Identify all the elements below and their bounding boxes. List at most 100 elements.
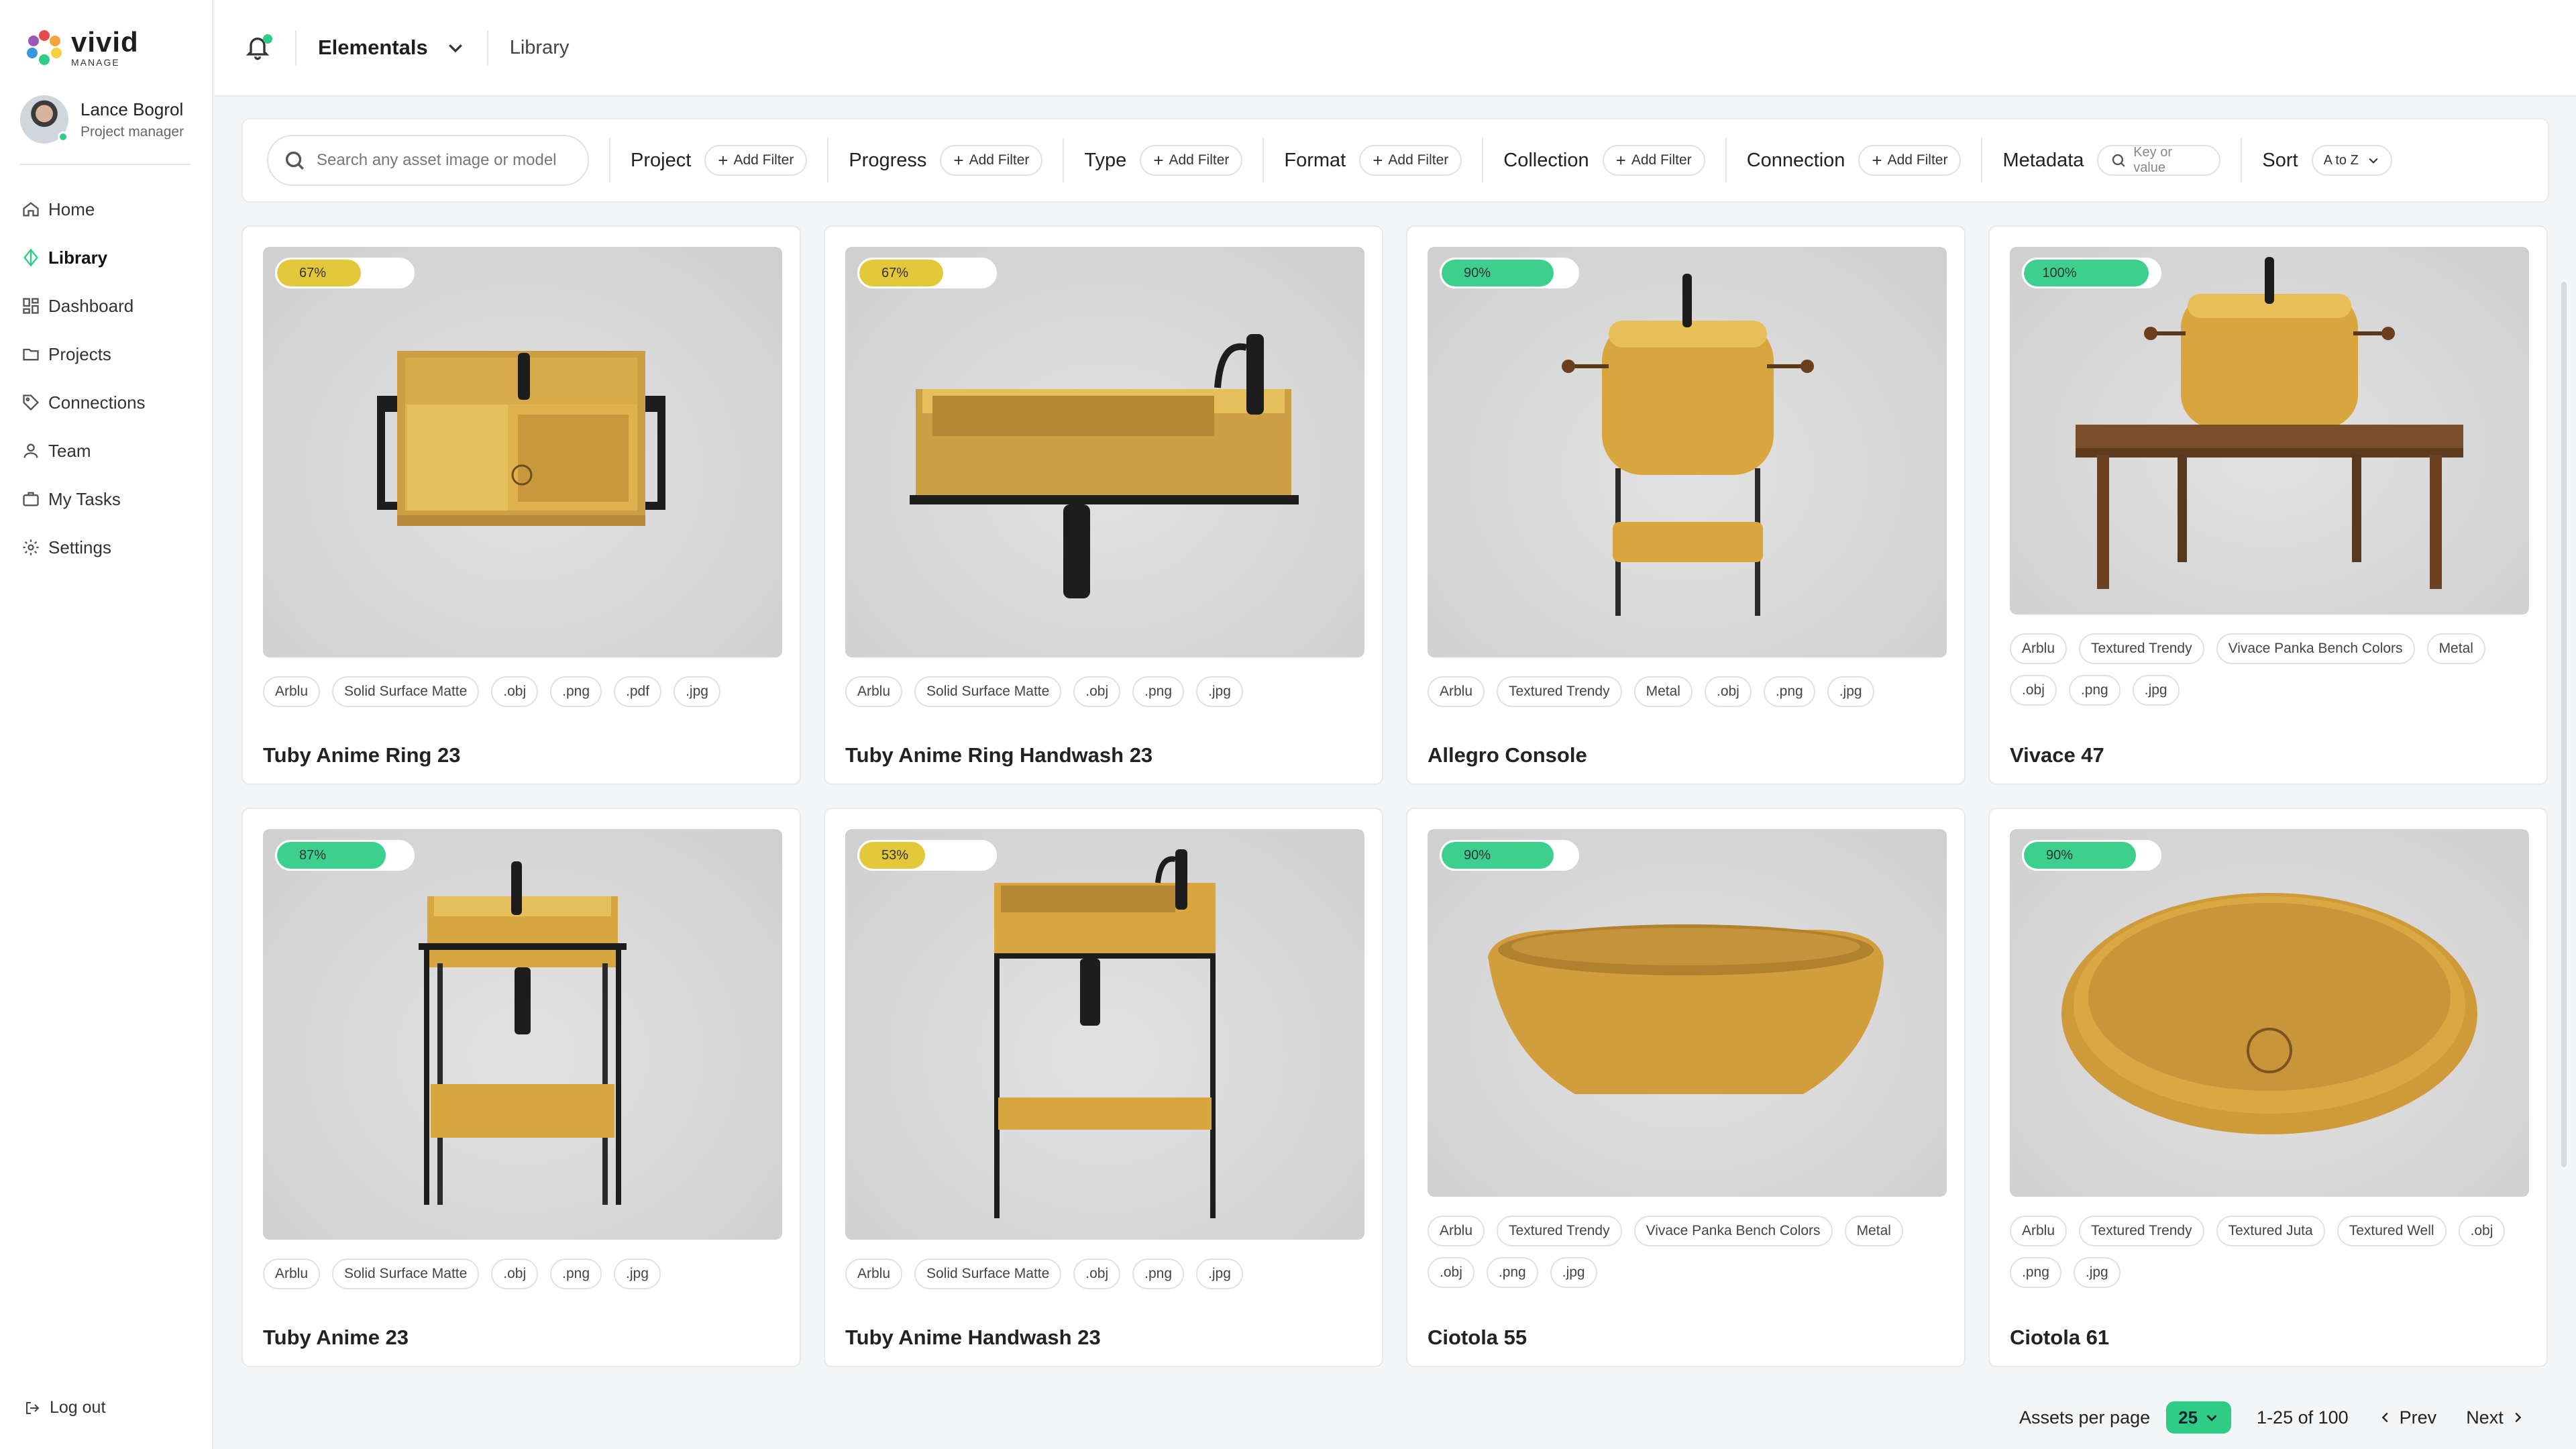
tag-chip[interactable]: .obj — [1073, 676, 1121, 707]
add-filter-button[interactable]: + Add Filter — [704, 145, 808, 176]
tag-chip[interactable]: Arblu — [263, 676, 321, 707]
sort-select[interactable]: A to Z — [2311, 145, 2392, 176]
tag-chip[interactable]: Arblu — [2010, 633, 2068, 664]
tag-chip[interactable]: Metal — [1633, 676, 1693, 707]
asset-card[interactable]: 67% Arblu Solid Surface Matte .obj .png .pdf… — [241, 225, 801, 785]
sidebar-item-projects[interactable]: Projects — [21, 330, 146, 378]
asset-card[interactable]: 87% Arblu Solid Surface Matte .obj .png .jpg… — [241, 808, 801, 1367]
asset-thumbnail[interactable]: 67% — [845, 247, 1364, 657]
tag-chip[interactable]: .obj — [1428, 1257, 1474, 1288]
sidebar-item-my-tasks[interactable]: My Tasks — [21, 475, 146, 523]
sidebar-item-library[interactable]: Library — [21, 233, 146, 282]
per-page-select[interactable]: 25 — [2166, 1401, 2232, 1434]
search-input[interactable] — [317, 151, 573, 170]
tag-chip[interactable]: Vivace Panka Bench Colors — [1633, 1216, 1833, 1246]
tag-chip[interactable]: Vivace Panka Bench Colors — [2216, 633, 2415, 664]
asset-card[interactable]: 53% Arblu Solid Surface Matte .obj .png .jpg… — [824, 808, 1383, 1367]
tag-chip[interactable]: .jpg — [1196, 1258, 1243, 1289]
tag-chip[interactable]: .obj — [2010, 675, 2057, 706]
sidebar-item-settings[interactable]: Settings — [21, 523, 146, 572]
tag-chip[interactable]: Solid Surface Matte — [914, 676, 1062, 707]
scrollbar-thumb[interactable] — [2561, 282, 2567, 1167]
tag-chip[interactable]: .obj — [1704, 676, 1752, 707]
tag-chip[interactable]: Textured Juta — [2216, 1216, 2325, 1246]
tag-chip[interactable]: Textured Well — [2337, 1216, 2447, 1246]
tag-chip[interactable]: .obj — [491, 1258, 539, 1289]
tag-chip[interactable]: .jpg — [674, 676, 720, 707]
asset-card[interactable]: 90% Arblu Textured Trendy Vivace Panka Ben… — [1406, 808, 1966, 1367]
tag-chip[interactable]: Arblu — [1428, 1216, 1485, 1246]
sidebar-item-connections[interactable]: Connections — [21, 378, 146, 427]
tag-chip[interactable]: Solid Surface Matte — [332, 1258, 480, 1289]
search-box[interactable] — [267, 135, 589, 186]
tag-chip[interactable]: .jpg — [1827, 676, 1874, 707]
tag-chip[interactable]: Arblu — [845, 1258, 903, 1289]
user-profile[interactable]: Lance Bogrol Project manager — [20, 95, 184, 144]
tag-chip[interactable]: Arblu — [2010, 1216, 2068, 1246]
workspace-selector[interactable]: Elementals — [318, 36, 466, 60]
tag-chip[interactable]: .obj — [491, 676, 539, 707]
tag-chip[interactable]: .jpg — [2132, 675, 2180, 706]
asset-card[interactable]: 100% Arblu Textured Trendy Vivace Panka Be… — [1988, 225, 2548, 785]
sidebar-item-dashboard[interactable]: Dashboard — [21, 282, 146, 330]
tag-chip[interactable]: Arblu — [263, 1258, 321, 1289]
tag-chip[interactable]: Metal — [1844, 1216, 1903, 1246]
add-filter-button[interactable]: + Add Filter — [1602, 145, 1705, 176]
tag-chip[interactable]: .png — [1763, 676, 1815, 707]
add-filter-button[interactable]: + Add Filter — [1140, 145, 1243, 176]
tag-chip[interactable]: Textured Trendy — [1497, 676, 1622, 707]
tag-chip[interactable]: .pdf — [614, 676, 662, 707]
asset-title[interactable]: Vivace 47 — [2010, 743, 2104, 767]
asset-title[interactable]: Ciotola 61 — [2010, 1326, 2109, 1350]
asset-title[interactable]: Tuby Anime Handwash 23 — [845, 1326, 1101, 1350]
tag-chip[interactable]: .jpg — [1550, 1257, 1597, 1288]
tag-chip[interactable]: Solid Surface Matte — [914, 1258, 1062, 1289]
tag-chip[interactable]: Metal — [2426, 633, 2485, 664]
tag-chip[interactable]: .jpg — [1196, 676, 1243, 707]
metadata-search-input[interactable]: Key or value — [2097, 145, 2221, 176]
tag-chip[interactable]: .png — [1486, 1257, 1538, 1288]
asset-card[interactable]: 67% Arblu Solid Surface Matte .obj .png .jpg… — [824, 225, 1383, 785]
asset-title[interactable]: Ciotola 55 — [1428, 1326, 1527, 1350]
add-filter-button[interactable]: + Add Filter — [940, 145, 1043, 176]
prev-page-button[interactable]: Prev — [2378, 1407, 2436, 1428]
logout-button[interactable]: Log out — [24, 1398, 105, 1417]
tag-chip[interactable]: .jpg — [2073, 1257, 2121, 1288]
asset-thumbnail[interactable]: 90% — [2010, 829, 2529, 1197]
tag-chip[interactable]: Arblu — [1428, 676, 1485, 707]
add-filter-button[interactable]: + Add Filter — [1359, 145, 1462, 176]
asset-card[interactable]: 90% Arblu Textured Trendy Metal .obj .png .jp… — [1406, 225, 1966, 785]
sidebar-item-team[interactable]: Team — [21, 427, 146, 475]
add-filter-button[interactable]: + Add Filter — [1858, 145, 1962, 176]
breadcrumb[interactable]: Library — [510, 37, 570, 59]
asset-thumbnail[interactable]: 87% — [263, 829, 782, 1240]
tag-chip[interactable]: .png — [550, 1258, 602, 1289]
tag-chip[interactable]: Textured Trendy — [2079, 633, 2204, 664]
tag-chip[interactable]: .png — [1132, 1258, 1185, 1289]
asset-thumbnail[interactable]: 67% — [263, 247, 782, 657]
tag-chip[interactable]: .png — [550, 676, 602, 707]
tag-chip[interactable]: .jpg — [614, 1258, 661, 1289]
tag-chip[interactable]: .obj — [1073, 1258, 1121, 1289]
tag-chip[interactable]: .obj — [2458, 1216, 2506, 1246]
tag-chip[interactable]: .png — [2010, 1257, 2061, 1288]
asset-thumbnail[interactable]: 53% — [845, 829, 1364, 1240]
tag-chip[interactable]: .png — [1132, 676, 1185, 707]
tag-chip[interactable]: Textured Trendy — [1497, 1216, 1622, 1246]
tag-chip[interactable]: .png — [2068, 675, 2121, 706]
tag-chip[interactable]: Arblu — [845, 676, 903, 707]
asset-title[interactable]: Tuby Anime 23 — [263, 1326, 409, 1350]
asset-title[interactable]: Tuby Anime Ring 23 — [263, 743, 461, 767]
asset-thumbnail[interactable]: 90% — [1428, 247, 1947, 657]
brand-logo[interactable]: vivid MANAGE — [27, 28, 139, 67]
asset-thumbnail[interactable]: 90% — [1428, 829, 1947, 1197]
tag-chip[interactable]: Textured Trendy — [2079, 1216, 2204, 1246]
notifications-button[interactable] — [241, 32, 274, 64]
sidebar-item-home[interactable]: Home — [21, 185, 146, 233]
asset-thumbnail[interactable]: 100% — [2010, 247, 2529, 614]
asset-card[interactable]: 90% Arblu Textured Trendy Textured Juta Tex… — [1988, 808, 2548, 1367]
next-page-button[interactable]: Next — [2466, 1407, 2525, 1428]
asset-title[interactable]: Tuby Anime Ring Handwash 23 — [845, 743, 1152, 767]
tag-chip[interactable]: Solid Surface Matte — [332, 676, 480, 707]
asset-title[interactable]: Allegro Console — [1428, 743, 1587, 767]
